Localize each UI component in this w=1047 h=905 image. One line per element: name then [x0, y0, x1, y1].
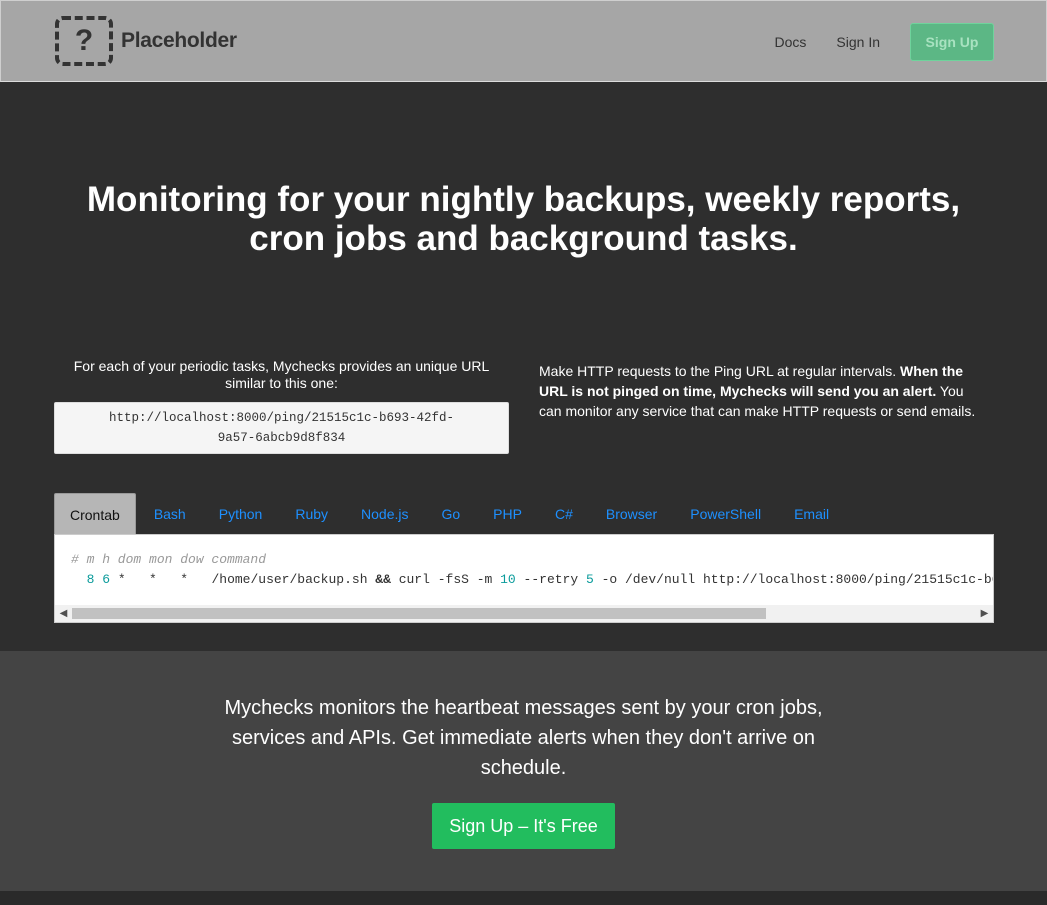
- code-snippet: # m h dom mon dow command 8 6 * * * /hom…: [54, 534, 994, 623]
- navbar: ? Placeholder Docs Sign In Sign Up: [0, 0, 1047, 82]
- ping-url-line-1: http://localhost:8000/ping/21515c1c-b693…: [108, 411, 455, 425]
- ping-url-line-2: 9a57-6abcb9d8f834: [217, 431, 346, 445]
- tab-nodejs[interactable]: Node.js: [346, 493, 423, 535]
- code-retries: 5: [585, 572, 594, 587]
- question-mark-box-icon: ?: [55, 16, 113, 66]
- code-comment: # m h dom mon dow command: [71, 552, 267, 567]
- ping-url-section: For each of your periodic tasks, Mycheck…: [54, 358, 509, 454]
- tab-python[interactable]: Python: [204, 493, 278, 535]
- nav-link-sign-in[interactable]: Sign In: [836, 34, 880, 50]
- scrollbar-thumb[interactable]: [72, 608, 766, 619]
- hero-title-line-2: cron jobs and background tasks.: [249, 219, 798, 258]
- ping-url-box[interactable]: http://localhost:8000/ping/21515c1c-b693…: [54, 402, 509, 454]
- explanation-text-1: Make HTTP requests to the Ping URL at re…: [539, 363, 901, 379]
- tab-ruby[interactable]: Ruby: [280, 493, 343, 535]
- chevron-right-icon[interactable]: ▶: [976, 605, 993, 622]
- tab-csharp[interactable]: C#: [540, 493, 588, 535]
- footer: [0, 891, 1047, 905]
- ping-url-description: For each of your periodic tasks, Mycheck…: [73, 358, 490, 391]
- code-segment: * * * /home/user/backup.sh: [110, 572, 376, 587]
- ping-explanation: Make HTTP requests to the Ping URL at re…: [539, 361, 989, 421]
- brand-logo[interactable]: ? Placeholder: [55, 16, 237, 66]
- code-segment: -o /dev/null http://localhost:8000/ping/…: [601, 572, 993, 587]
- heartbeat-description: Mychecks monitors the heartbeat messages…: [0, 693, 1047, 783]
- heartbeat-section: Mychecks monitors the heartbeat messages…: [0, 651, 1047, 891]
- chevron-left-icon[interactable]: ◀: [55, 605, 72, 622]
- tab-email[interactable]: Email: [779, 493, 844, 535]
- tab-browser[interactable]: Browser: [591, 493, 672, 535]
- code-segment: --retry: [515, 572, 586, 587]
- code-content: # m h dom mon dow command 8 6 * * * /hom…: [71, 550, 993, 590]
- tab-php[interactable]: PHP: [478, 493, 537, 535]
- code-segment: curl -fsS -m: [390, 572, 501, 587]
- horizontal-scrollbar[interactable]: ◀ ▶: [55, 605, 993, 622]
- code-timeout: 10: [500, 572, 516, 587]
- sign-up-button[interactable]: Sign Up: [910, 23, 994, 61]
- heartbeat-line-1: Mychecks monitors the heartbeat messages…: [224, 697, 823, 719]
- tab-go[interactable]: Go: [426, 493, 475, 535]
- sign-up-free-button[interactable]: Sign Up – It's Free: [432, 803, 615, 849]
- heartbeat-line-2: services and APIs. Get immediate alerts …: [232, 727, 815, 749]
- code-hour: 6: [102, 572, 111, 587]
- hero-title-line-1: Monitoring for your nightly backups, wee…: [86, 180, 961, 219]
- heartbeat-line-3: schedule.: [480, 757, 567, 779]
- tab-crontab[interactable]: Crontab: [54, 493, 136, 535]
- nav-link-docs[interactable]: Docs: [775, 34, 807, 50]
- tab-bash[interactable]: Bash: [139, 493, 201, 535]
- hero-title: Monitoring for your nightly backups, wee…: [0, 180, 1047, 258]
- code-line: 8 6 * * * /home/user/backup.sh && curl -…: [71, 570, 993, 590]
- brand-name: Placeholder: [121, 29, 237, 52]
- code-minute: 8: [86, 572, 95, 587]
- code-and-operator: &&: [375, 572, 391, 587]
- nav-links: Docs Sign In Sign Up: [775, 23, 994, 61]
- code-tabs: Crontab Bash Python Ruby Node.js Go PHP …: [54, 493, 847, 535]
- tab-powershell[interactable]: PowerShell: [675, 493, 776, 535]
